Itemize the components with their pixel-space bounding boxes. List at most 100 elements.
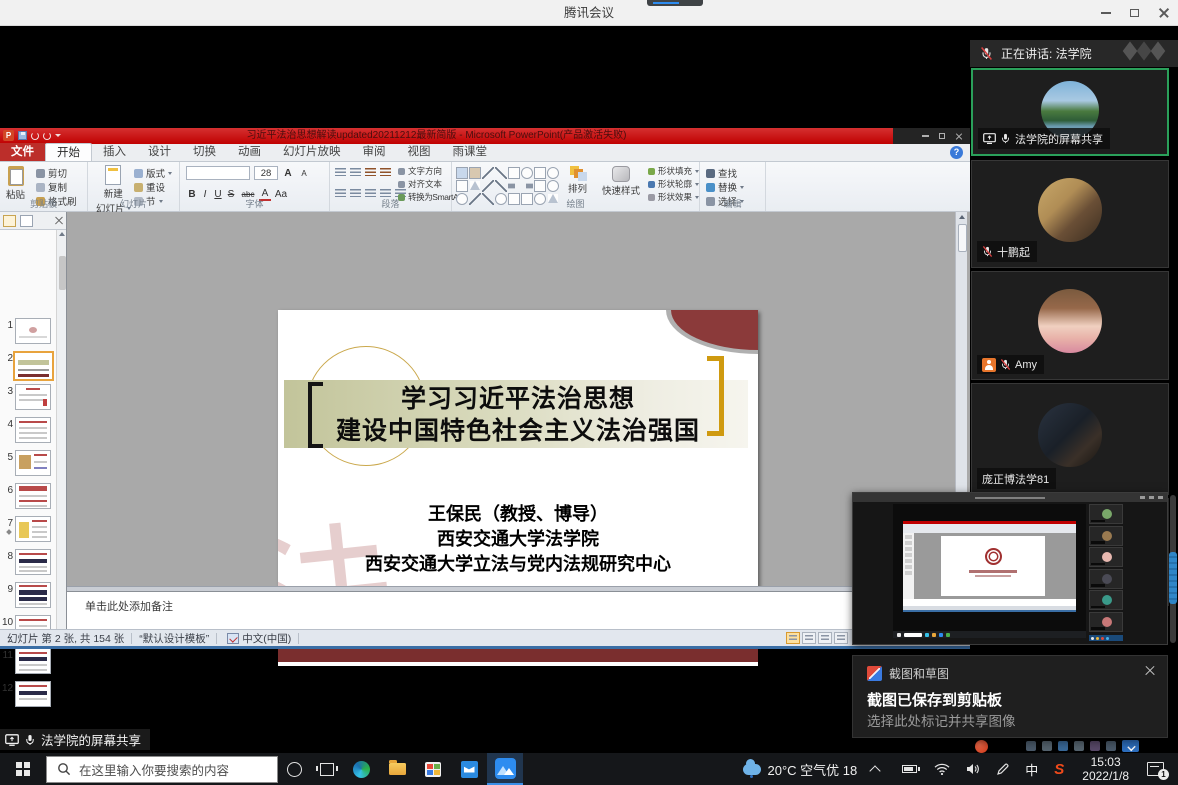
toolbar-icon[interactable] <box>1058 741 1068 751</box>
slide-thumbnail-8[interactable]: 8 <box>0 549 56 579</box>
slide-thumbnail-7[interactable]: 7 <box>0 516 56 546</box>
participant-tile-sharer[interactable]: 法学院的屏幕共享 <box>971 68 1169 156</box>
copy-button[interactable]: 复制 <box>36 181 67 193</box>
align-text-button[interactable]: 对齐文本 <box>398 178 442 190</box>
slide-thumbnail-6[interactable]: 6 <box>0 483 56 513</box>
outline-tab-icon[interactable] <box>20 215 33 227</box>
action-center-icon[interactable]: 1 <box>1147 762 1164 776</box>
slide-thumbnail-3[interactable]: 3 <box>0 384 56 414</box>
powerpoint-app-icon[interactable]: P <box>3 130 14 141</box>
slide-thumbnail-1[interactable]: 1 <box>0 318 56 348</box>
shrink-font-button[interactable]: A <box>298 169 310 178</box>
tab-insert[interactable]: 插入 <box>92 143 137 161</box>
slide-thumbnail-9[interactable]: 9 <box>0 582 56 612</box>
start-button[interactable] <box>0 753 46 785</box>
cortana-icon[interactable] <box>287 762 302 777</box>
panel-close-icon[interactable] <box>55 217 63 225</box>
weather-text[interactable]: 20°C 空气优 18 <box>768 760 858 779</box>
meeting-window-titlebar[interactable]: 腾讯会议 <box>0 0 1178 26</box>
close-button[interactable] <box>1149 0 1178 26</box>
shape-fill-button[interactable]: 形状填充 <box>648 165 699 177</box>
wifi-icon[interactable] <box>934 763 950 775</box>
participant-tile-4[interactable]: 庞正博法学81 <box>971 383 1169 495</box>
scroll-up-icon[interactable] <box>959 215 965 219</box>
toolbar-blue-icon[interactable] <box>1122 740 1139 752</box>
slide-body-block[interactable]: 王保民（教授、博导） 西安交通大学法学院 西安交通大学立法与党内法规研究中心 <box>278 502 758 577</box>
pip-window-controls[interactable] <box>1140 496 1163 499</box>
font-size-dropdown[interactable]: 28 <box>254 166 278 180</box>
battery-icon[interactable] <box>902 765 917 773</box>
snip-sketch-notification[interactable]: 截图和草图 截图已保存到剪贴板 选择此处标记并共享图像 <box>852 655 1168 738</box>
toolbar-icon[interactable] <box>1042 741 1052 751</box>
bullets-icon[interactable] <box>335 168 346 178</box>
redo-icon[interactable] <box>43 132 51 140</box>
save-icon[interactable] <box>18 131 27 140</box>
toolbar-icon[interactable] <box>1090 741 1100 751</box>
reset-button[interactable]: 重设 <box>134 181 165 193</box>
taskbar-store[interactable] <box>415 753 451 785</box>
restore-button[interactable] <box>1120 0 1149 26</box>
minimize-button[interactable] <box>1091 0 1120 26</box>
slide-sorter-view-button[interactable] <box>802 632 816 644</box>
tab-view[interactable]: 视图 <box>397 143 442 161</box>
slide-thumbnail-12[interactable]: 12 <box>0 681 56 711</box>
text-direction-button[interactable]: 文字方向 <box>398 165 442 177</box>
taskbar-file-explorer[interactable] <box>379 753 415 785</box>
numbering-icon[interactable] <box>350 168 361 178</box>
layout-button[interactable]: 版式 <box>134 167 172 179</box>
replace-button[interactable]: 替换 <box>706 181 744 193</box>
thumbnail-scroll-thumb[interactable] <box>59 256 66 290</box>
slide-thumbnail-2-selected[interactable]: 2 <box>0 351 56 381</box>
participant-tile-3[interactable]: Amy <box>971 271 1169 380</box>
cut-button[interactable]: 剪切 <box>36 167 67 179</box>
pen-icon[interactable] <box>996 763 1009 776</box>
shape-outline-button[interactable]: 形状轮廓 <box>648 178 699 190</box>
toolbar-icon[interactable] <box>1074 741 1084 751</box>
slideshow-view-button[interactable] <box>834 632 848 644</box>
paste-button[interactable]: 粘贴 <box>6 166 25 201</box>
tab-slideshow[interactable]: 幻灯片放映 <box>272 143 352 161</box>
ppt-minimize-icon[interactable] <box>922 135 929 136</box>
participants-scrollbar-thumb[interactable] <box>1169 552 1177 604</box>
sogou-input-icon[interactable]: S <box>1054 761 1064 778</box>
slide-thumbnail-11[interactable]: 11 <box>0 648 56 678</box>
spell-check-icon[interactable] <box>227 633 239 644</box>
scroll-up-icon[interactable] <box>59 232 65 236</box>
arrange-button[interactable]: 排列 <box>568 166 587 195</box>
tab-transitions[interactable]: 切换 <box>182 143 227 161</box>
slide-thumbnail-4[interactable]: 4 <box>0 417 56 447</box>
undo-icon[interactable] <box>31 132 39 140</box>
tab-animations[interactable]: 动画 <box>227 143 272 161</box>
ime-indicator[interactable]: 中 <box>1025 760 1038 779</box>
decrease-indent-icon[interactable] <box>365 168 376 178</box>
grow-font-button[interactable]: A <box>282 168 294 179</box>
reading-view-button[interactable] <box>818 632 832 644</box>
participant-tile-2[interactable]: 十鹏起 <box>971 160 1169 268</box>
ppt-close-icon[interactable] <box>955 133 962 140</box>
toolbar-red-icon[interactable] <box>975 740 988 753</box>
taskbar-edge[interactable] <box>343 753 379 785</box>
font-name-dropdown[interactable] <box>186 166 250 180</box>
tab-rain-classroom[interactable]: 雨课堂 <box>442 143 499 161</box>
notification-close-icon[interactable] <box>1145 666 1155 676</box>
tab-home[interactable]: 开始 <box>45 143 92 161</box>
tab-review[interactable]: 审阅 <box>352 143 397 161</box>
slide-thumbnail-5[interactable]: 5 <box>0 450 56 480</box>
quick-styles-button[interactable]: 快速样式 <box>602 166 640 197</box>
normal-view-button[interactable] <box>786 632 800 644</box>
find-button[interactable]: 查找 <box>706 167 737 179</box>
taskbar-clock[interactable]: 15:03 2022/1/8 <box>1082 755 1129 783</box>
slide-title-block[interactable]: 学习习近平法治思想 建设中国特色社会主义法治强国 <box>318 382 718 448</box>
tab-file[interactable]: 文件 <box>0 143 45 161</box>
speaker-icon[interactable] <box>966 763 980 775</box>
status-language[interactable]: 中文(中国) <box>242 631 291 646</box>
taskbar-search-input[interactable]: 在这里输入你要搜索的内容 <box>46 756 278 783</box>
taskbar-tencent-meeting-active[interactable] <box>487 753 523 785</box>
slides-tab-icon[interactable] <box>3 215 16 227</box>
increase-indent-icon[interactable] <box>380 168 391 178</box>
tray-expand-icon[interactable] <box>870 765 881 776</box>
thumbnail-scrollbar[interactable] <box>56 230 66 629</box>
help-icon[interactable]: ? <box>950 146 963 159</box>
toolbar-icon[interactable] <box>1026 741 1036 751</box>
pip-titlebar[interactable] <box>853 493 1167 502</box>
